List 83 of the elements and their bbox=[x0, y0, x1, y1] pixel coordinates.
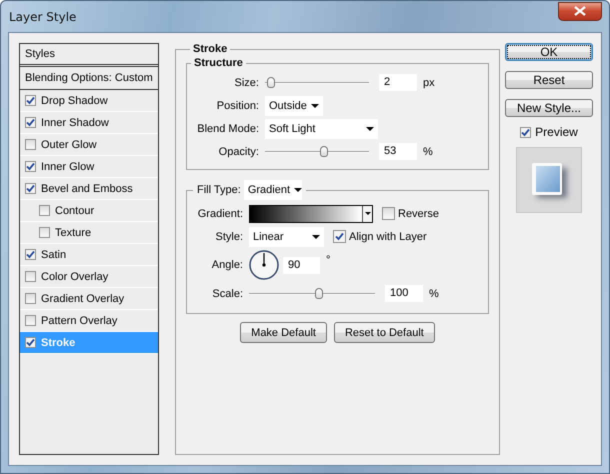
unit-label: % bbox=[423, 146, 433, 158]
slider-thumb[interactable] bbox=[314, 288, 323, 299]
style-item[interactable]: Bevel and Emboss bbox=[20, 178, 158, 200]
checkbox[interactable] bbox=[25, 161, 36, 172]
dialog-button[interactable]: OK bbox=[505, 43, 593, 61]
slider-thumb[interactable] bbox=[320, 146, 328, 157]
field-label: Style: bbox=[214, 230, 243, 242]
field-label: Blend Mode: bbox=[196, 122, 259, 134]
checkbox[interactable] bbox=[25, 117, 36, 128]
style-label: Stroke bbox=[41, 336, 76, 348]
caret-icon bbox=[366, 126, 374, 130]
close-icon bbox=[574, 6, 586, 16]
number-field[interactable]: 90 bbox=[283, 256, 320, 274]
style-item[interactable]: Inner Shadow bbox=[20, 112, 158, 134]
checkbox[interactable] bbox=[520, 126, 532, 138]
unit-label: ° bbox=[326, 254, 330, 266]
unit-label: % bbox=[429, 288, 439, 300]
style-item[interactable]: Inner Glow bbox=[20, 156, 158, 178]
group-title: Structure bbox=[193, 57, 244, 69]
style-label: Outer Glow bbox=[41, 138, 97, 150]
caret-icon bbox=[294, 188, 302, 192]
window-title: Layer Style bbox=[8, 10, 76, 24]
caret-icon bbox=[311, 104, 319, 108]
default-button[interactable]: Reset to Default bbox=[334, 322, 435, 343]
fill-type-dropdown[interactable]: Gradient bbox=[244, 180, 302, 200]
dialog-button[interactable]: Reset bbox=[505, 71, 593, 89]
style-label: Inner Glow bbox=[41, 160, 94, 172]
checkbox[interactable] bbox=[39, 205, 50, 216]
blend-mode-dropdown[interactable]: Soft Light bbox=[265, 118, 378, 138]
style-label: Gradient Overlay bbox=[41, 292, 124, 304]
dialog-button[interactable]: New Style... bbox=[505, 99, 593, 117]
number-field[interactable]: 2 bbox=[379, 74, 417, 91]
field-label: Position: bbox=[216, 100, 259, 112]
style-label: Texture bbox=[55, 226, 92, 238]
style-label: Inner Shadow bbox=[41, 116, 109, 128]
checkbox[interactable] bbox=[25, 293, 36, 304]
checkbox[interactable] bbox=[25, 337, 36, 348]
style-item[interactable]: Contour bbox=[20, 200, 158, 222]
checkbox[interactable] bbox=[25, 249, 36, 260]
angle-dial[interactable] bbox=[249, 250, 279, 280]
style-label: Drop Shadow bbox=[41, 94, 108, 106]
group-title: Stroke bbox=[192, 43, 228, 55]
number-field[interactable]: 53 bbox=[379, 143, 417, 160]
caret-icon bbox=[312, 234, 320, 238]
checkbox[interactable] bbox=[25, 139, 36, 150]
checkbox[interactable] bbox=[39, 227, 50, 238]
style-label: Color Overlay bbox=[41, 270, 108, 282]
style-item[interactable]: Outer Glow bbox=[20, 134, 158, 156]
checkbox-label: Reverse bbox=[398, 208, 439, 220]
style-item[interactable]: Drop Shadow bbox=[20, 90, 158, 112]
style-item[interactable]: Color Overlay bbox=[20, 266, 158, 288]
blending-options-item[interactable]: Blending Options: Custom bbox=[20, 67, 158, 90]
checkbox[interactable] bbox=[25, 271, 36, 282]
style-dropdown[interactable]: Linear bbox=[249, 226, 324, 246]
number-field[interactable]: 100 bbox=[385, 285, 423, 302]
field-label: Scale: bbox=[211, 288, 243, 300]
field-label: Angle: bbox=[210, 259, 243, 271]
field-label: Size: bbox=[234, 76, 259, 88]
style-label: Satin bbox=[41, 248, 66, 260]
unit-label: px bbox=[423, 76, 435, 88]
style-label: Contour bbox=[55, 204, 94, 216]
checkbox[interactable] bbox=[25, 95, 36, 106]
checkbox[interactable] bbox=[333, 230, 346, 243]
checkbox-label: Align with Layer bbox=[349, 230, 427, 242]
field-label: Gradient: bbox=[196, 208, 243, 220]
close-button[interactable] bbox=[558, 2, 602, 20]
checkbox[interactable] bbox=[25, 315, 36, 326]
style-label: Pattern Overlay bbox=[41, 314, 118, 326]
styles-header[interactable]: Styles bbox=[20, 44, 158, 67]
style-item[interactable]: Texture bbox=[20, 222, 158, 244]
checkbox-label: Preview bbox=[535, 125, 578, 139]
default-button[interactable]: Make Default bbox=[240, 322, 327, 343]
caret-icon bbox=[364, 212, 370, 215]
gradient-picker[interactable] bbox=[249, 204, 373, 222]
checkbox[interactable] bbox=[382, 207, 395, 220]
style-item[interactable]: Satin bbox=[20, 244, 158, 266]
style-label: Bevel and Emboss bbox=[41, 182, 133, 194]
position-dropdown[interactable]: Outside bbox=[265, 96, 323, 116]
slider-thumb[interactable] bbox=[267, 77, 276, 88]
field-label: Opacity: bbox=[218, 146, 259, 158]
fill-type-label: Fill Type: bbox=[197, 184, 241, 196]
style-item[interactable]: Gradient Overlay bbox=[20, 288, 158, 310]
checkbox[interactable] bbox=[25, 183, 36, 194]
